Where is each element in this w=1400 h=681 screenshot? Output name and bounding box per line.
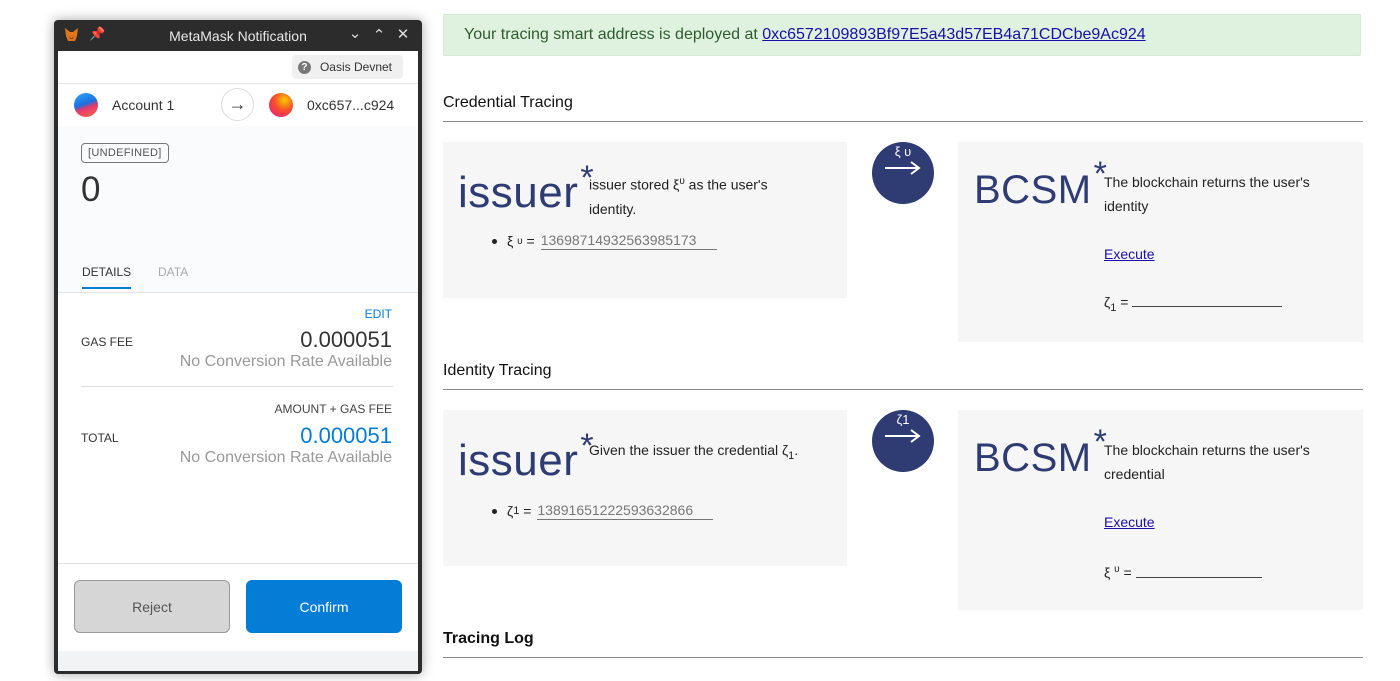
- xi-value-row: ξ υ = 13698714932563985173: [492, 232, 717, 250]
- identity-bcsm-card: BCSM* The blockchain returns the user's …: [958, 410, 1363, 610]
- contract-address-link[interactable]: 0xc6572109893Bf97E5a43d57EB4a71CDCbe9Ac9…: [762, 26, 1145, 43]
- from-avatar: [74, 93, 98, 117]
- credential-issuer-card: issuer* issuer stored ξυ as the user's i…: [443, 142, 847, 298]
- divider: [81, 386, 393, 387]
- footer-divider: [58, 563, 418, 564]
- confirm-button[interactable]: Confirm: [246, 580, 402, 633]
- help-icon: ?: [297, 60, 311, 74]
- identity-issuer-card: issuer* Given the issuer the credential …: [443, 410, 847, 566]
- issuer-heading: issuer*: [458, 159, 595, 217]
- zeta-result-row: ζ1 =: [1104, 290, 1283, 320]
- arrow-right-icon: →: [221, 88, 254, 121]
- total-value: 0.000051: [300, 423, 392, 448]
- details-tabs: DETAILS DATA: [58, 246, 418, 293]
- issuer-heading: issuer*: [458, 427, 595, 485]
- zeta-value-input[interactable]: 13891651222593632866: [537, 502, 714, 520]
- total-label: TOTAL: [81, 431, 119, 445]
- transaction-summary: [UNDEFINED] 0: [58, 126, 418, 246]
- issuer-description: issuer stored ξυ as the user's identity.: [589, 176, 768, 217]
- metamask-titlebar: 📌 MetaMask Notification ⌄ ⌃ ✕: [54, 20, 422, 50]
- bcsm-heading: BCSM*: [974, 155, 1108, 212]
- network-selector[interactable]: ? Oasis Devnet: [291, 55, 403, 79]
- credential-bcsm-card: BCSM* The blockchain returns the user's …: [958, 142, 1363, 342]
- metamask-window: 📌 MetaMask Notification ⌄ ⌃ ✕ ? Oasis De…: [54, 20, 422, 674]
- issuer-description: Given the issuer the credential ζ1.: [589, 442, 799, 462]
- deploy-alert: Your tracing smart address is deployed a…: [443, 14, 1361, 56]
- total-conversion: No Conversion Rate Available: [179, 449, 392, 466]
- tracing-page: Your tracing smart address is deployed a…: [443, 0, 1363, 681]
- credential-tracing-title: Credential Tracing: [443, 94, 1363, 122]
- to-address[interactable]: 0xc657...c924: [307, 97, 394, 113]
- xi-result-row: ξ υ =: [1104, 558, 1262, 585]
- tracing-log-title: Tracing Log: [443, 630, 1363, 658]
- identity-tracing-title: Identity Tracing: [443, 362, 1363, 390]
- minimize-chevron-icon[interactable]: ⌄: [345, 24, 365, 42]
- bcsm-heading: BCSM*: [974, 423, 1108, 480]
- transaction-type-badge: [UNDEFINED]: [81, 143, 169, 163]
- identity-execute-link[interactable]: Execute: [1104, 514, 1155, 530]
- tab-data[interactable]: DATA: [158, 265, 188, 279]
- metamask-body: ? Oasis Devnet Account 1 → 0xc657...c924…: [58, 51, 418, 671]
- edit-gas-link[interactable]: EDIT: [365, 307, 392, 321]
- gas-fee-value: 0.000051: [300, 327, 392, 352]
- amount-gas-label: AMOUNT + GAS FEE: [274, 402, 392, 416]
- to-avatar: [269, 93, 293, 117]
- identity-arrow-icon: ζ1: [872, 410, 934, 472]
- tab-details[interactable]: DETAILS: [82, 265, 132, 289]
- zeta-result-field[interactable]: [1132, 294, 1283, 307]
- gas-fee-value-block: 0.000051 No Conversion Rate Available: [180, 327, 392, 371]
- network-name: Oasis Devnet: [319, 60, 392, 74]
- xi-result-field[interactable]: [1135, 565, 1262, 578]
- zeta-value-row: ζ1 = 13891651222593632866: [492, 502, 714, 520]
- reject-button[interactable]: Reject: [74, 580, 230, 633]
- bullet-icon: [492, 238, 497, 244]
- total-value-block: 0.000051 No Conversion Rate Available: [180, 423, 392, 467]
- maximize-chevron-icon[interactable]: ⌃: [369, 26, 389, 44]
- credential-arrow-icon: ξ υ: [872, 142, 934, 204]
- xi-value-input[interactable]: 13698714932563985173: [540, 232, 717, 250]
- transaction-amount: 0: [81, 170, 101, 209]
- bullet-icon: [492, 508, 497, 514]
- account-bar: Account 1 → 0xc657...c924: [58, 83, 418, 127]
- bcsm-description: The blockchain returns the user's identi…: [1104, 174, 1310, 214]
- close-icon[interactable]: ✕: [393, 25, 413, 43]
- gas-fee-conversion: No Conversion Rate Available: [179, 353, 392, 370]
- alert-text: Your tracing smart address is deployed a…: [464, 26, 763, 43]
- credential-execute-link[interactable]: Execute: [1104, 246, 1155, 262]
- window-title: MetaMask Notification: [169, 28, 307, 44]
- bottom-strip: [58, 651, 418, 671]
- from-account-name[interactable]: Account 1: [112, 97, 174, 113]
- bcsm-description: The blockchain returns the user's creden…: [1104, 442, 1310, 482]
- gas-fee-label: GAS FEE: [81, 335, 134, 349]
